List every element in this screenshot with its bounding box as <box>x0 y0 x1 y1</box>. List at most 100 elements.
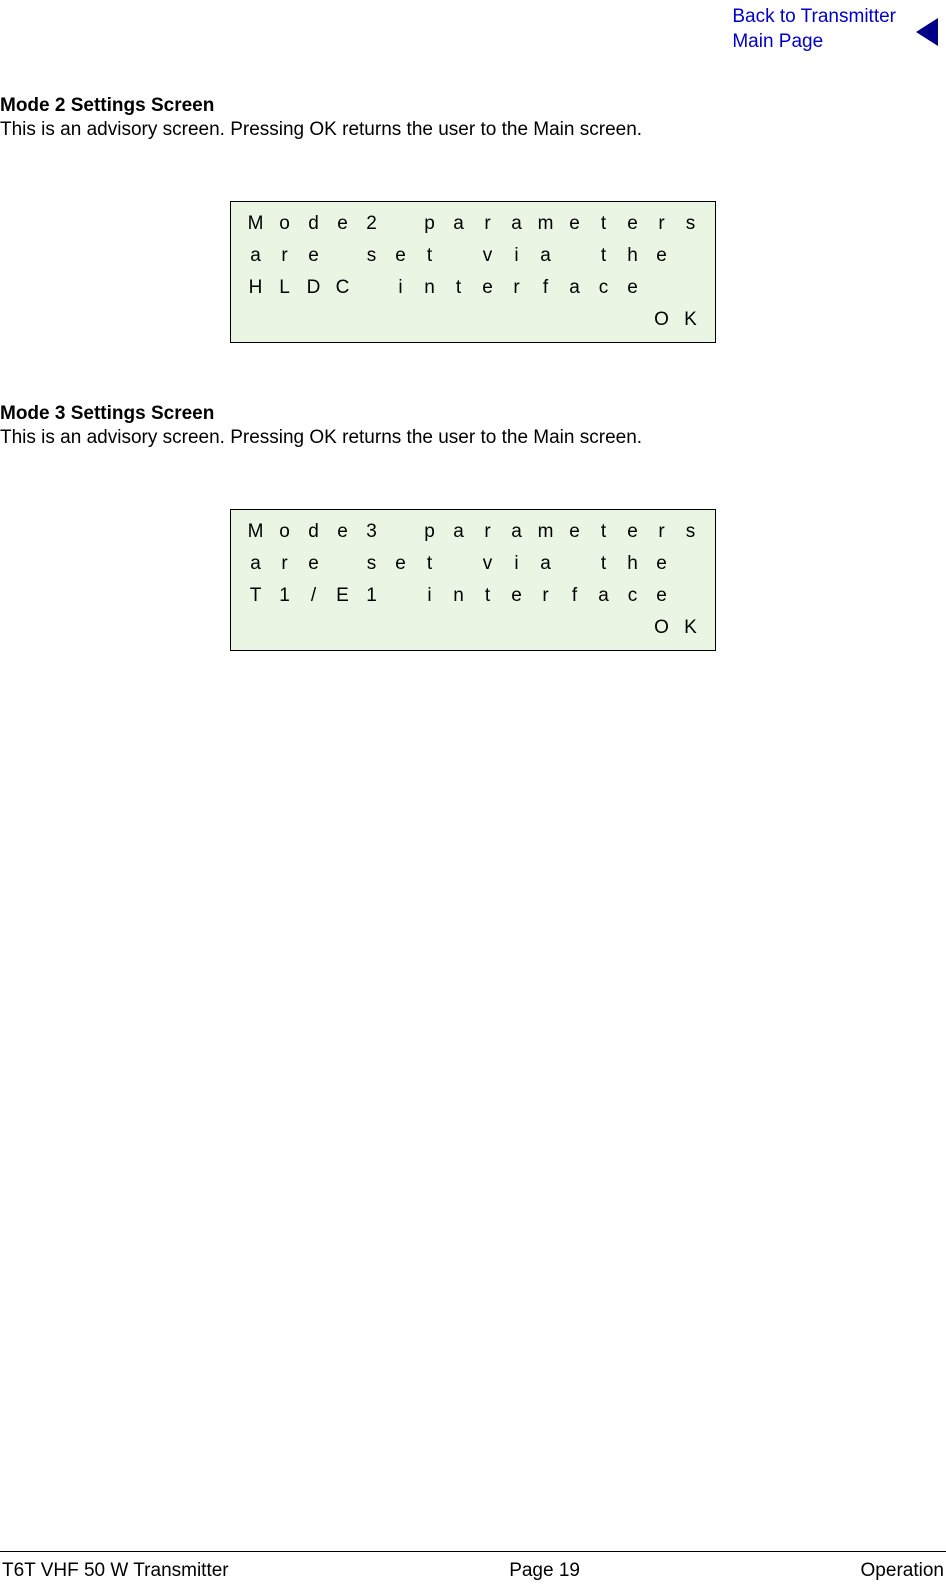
lcd-char: e <box>560 521 589 543</box>
lcd-char: e <box>647 553 676 575</box>
lcd-char: n <box>444 585 473 607</box>
lcd-char: 1 <box>357 585 386 607</box>
lcd-char: i <box>502 553 531 575</box>
page-content: Mode 2 Settings Screen This is an adviso… <box>0 95 946 711</box>
lcd-char: i <box>502 245 531 267</box>
lcd-char: t <box>589 213 618 235</box>
lcd-char: s <box>676 213 705 235</box>
lcd-char: a <box>531 553 560 575</box>
lcd-char: a <box>531 245 560 267</box>
lcd-char: e <box>299 245 328 267</box>
lcd-char: t <box>589 245 618 267</box>
lcd-char: a <box>444 521 473 543</box>
lcd-char: r <box>531 585 560 607</box>
lcd-char: e <box>560 213 589 235</box>
lcd-char: e <box>618 521 647 543</box>
lcd-char: a <box>502 521 531 543</box>
lcd-char: K <box>676 309 705 331</box>
lcd-char: 2 <box>357 213 386 235</box>
lcd-char: M <box>241 521 270 543</box>
footer-left: T6T VHF 50 W Transmitter <box>2 1560 229 1582</box>
lcd-char: a <box>444 213 473 235</box>
lcd-char: e <box>618 277 647 299</box>
lcd-char: L <box>270 277 299 299</box>
lcd-char: r <box>473 213 502 235</box>
lcd-char: 3 <box>357 521 386 543</box>
lcd-char: a <box>241 245 270 267</box>
lcd-char: r <box>647 521 676 543</box>
lcd-row: T 1 / E 1 i n t e r f a c e <box>231 580 715 612</box>
lcd-char: n <box>415 277 444 299</box>
lcd-char: e <box>502 585 531 607</box>
lcd-char: a <box>241 553 270 575</box>
lcd-char: e <box>473 277 502 299</box>
lcd-char: r <box>270 553 299 575</box>
lcd-char: h <box>618 553 647 575</box>
lcd-char: K <box>676 617 705 639</box>
lcd-char: f <box>531 277 560 299</box>
back-link-line1: Back to Transmitter <box>732 6 896 27</box>
lcd-row: O K <box>231 304 715 336</box>
back-link-line2: Main Page <box>732 31 823 52</box>
lcd-char: m <box>531 213 560 235</box>
back-link[interactable]: Back to Transmitter Main Page <box>732 5 896 54</box>
lcd-char: c <box>589 277 618 299</box>
lcd-char: r <box>502 277 531 299</box>
section-text-mode3: This is an advisory screen. Pressing OK … <box>0 427 946 449</box>
lcd-char: e <box>647 585 676 607</box>
section-text-mode2: This is an advisory screen. Pressing OK … <box>0 119 946 141</box>
lcd-char: E <box>328 585 357 607</box>
lcd-char: d <box>299 521 328 543</box>
lcd-char: v <box>473 245 502 267</box>
lcd-char: t <box>444 277 473 299</box>
lcd-char: t <box>473 585 502 607</box>
lcd-char: O <box>647 617 676 639</box>
lcd-char: m <box>531 521 560 543</box>
lcd-char: s <box>357 245 386 267</box>
lcd-row: M o d e 3 p a r a m e t e r s <box>231 516 715 548</box>
lcd-char: i <box>415 585 444 607</box>
back-triangle-icon[interactable] <box>916 18 938 46</box>
footer-right: Operation <box>861 1560 944 1582</box>
lcd-screen-mode3: M o d e 3 p a r a m e t e r s a r e s e … <box>230 509 716 651</box>
lcd-char: M <box>241 213 270 235</box>
lcd-char: s <box>357 553 386 575</box>
lcd-row: H L D C i n t e r f a c e <box>231 272 715 304</box>
section-heading-mode3: Mode 3 Settings Screen <box>0 403 946 425</box>
lcd-char: C <box>328 277 357 299</box>
lcd-char: a <box>560 277 589 299</box>
lcd-char: c <box>618 585 647 607</box>
lcd-char: e <box>386 553 415 575</box>
lcd-char: / <box>299 585 328 607</box>
lcd-char: p <box>415 521 444 543</box>
lcd-screen-mode2: M o d e 2 p a r a m e t e r s a r e s e … <box>230 201 716 343</box>
lcd-char: e <box>328 213 357 235</box>
footer-divider <box>0 1551 946 1552</box>
lcd-char: a <box>502 213 531 235</box>
lcd-char: t <box>415 553 444 575</box>
lcd-char: a <box>589 585 618 607</box>
lcd-char: f <box>560 585 589 607</box>
page-footer: T6T VHF 50 W Transmitter Page 19 Operati… <box>0 1560 946 1582</box>
lcd-char: O <box>647 309 676 331</box>
lcd-char: D <box>299 277 328 299</box>
lcd-char: 1 <box>270 585 299 607</box>
lcd-char: T <box>241 585 270 607</box>
lcd-char: H <box>241 277 270 299</box>
lcd-char: i <box>386 277 415 299</box>
section-heading-mode2: Mode 2 Settings Screen <box>0 95 946 117</box>
lcd-char: d <box>299 213 328 235</box>
lcd-char: e <box>647 245 676 267</box>
lcd-char: t <box>415 245 444 267</box>
lcd-char: e <box>386 245 415 267</box>
lcd-char: r <box>270 245 299 267</box>
lcd-char: p <box>415 213 444 235</box>
lcd-char: r <box>473 521 502 543</box>
lcd-char: t <box>589 553 618 575</box>
lcd-char: e <box>328 521 357 543</box>
lcd-char: e <box>618 213 647 235</box>
footer-center: Page 19 <box>509 1560 580 1582</box>
lcd-row: M o d e 2 p a r a m e t e r s <box>231 208 715 240</box>
lcd-char: t <box>589 521 618 543</box>
lcd-row: a r e s e t v i a t h e <box>231 548 715 580</box>
